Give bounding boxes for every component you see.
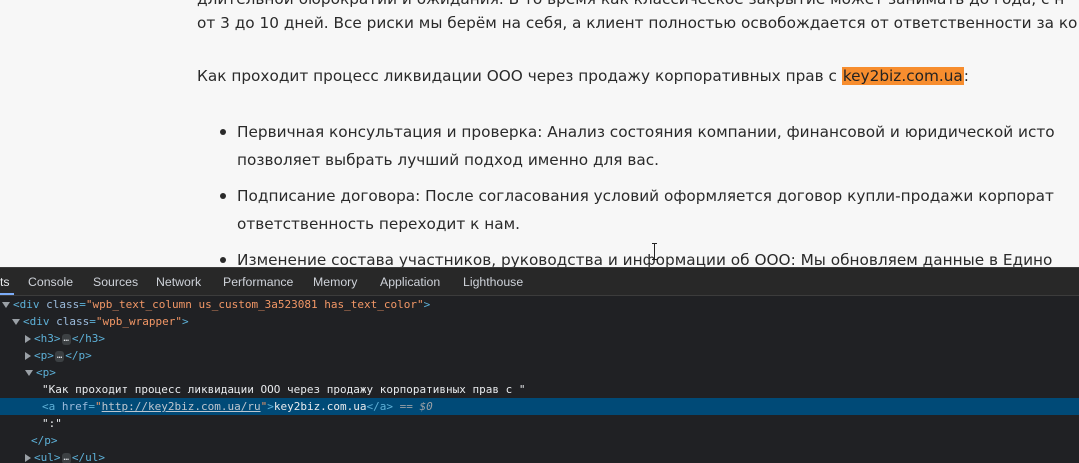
collapse-triangle-icon[interactable] (12, 319, 20, 325)
list-item-line: позволяет выбрать лучший подход именно д… (237, 146, 1055, 174)
devtools-panel: ts Console Sources Network Performance M… (0, 267, 1079, 463)
list-item: Первичная консультация и проверка: Анали… (237, 118, 1055, 174)
steps-list: Первичная консультация и проверка: Анали… (237, 118, 1055, 267)
tab-elements[interactable]: ts (0, 268, 10, 295)
dom-node-row[interactable]: <h3>…</h3> (0, 330, 1079, 347)
expand-triangle-icon[interactable] (25, 454, 31, 462)
list-item-line: ответственность переходит к нам. (237, 210, 1055, 238)
bullet-icon (220, 129, 226, 135)
href-link[interactable]: http://key2biz.com.ua/ru (102, 400, 261, 413)
dom-node-row[interactable]: <div class="wpb_text_column us_custom_3a… (0, 296, 1079, 313)
expand-triangle-icon[interactable] (25, 335, 31, 343)
dom-node-row[interactable]: <div class="wpb_wrapper"> (0, 313, 1079, 330)
devtools-tabbar: ts Console Sources Network Performance M… (0, 268, 1079, 296)
tab-lighthouse[interactable]: Lighthouse (463, 268, 523, 295)
ellipsis-icon[interactable]: … (62, 334, 71, 345)
list-item-line: Изменение состава участников, руководств… (237, 246, 1055, 267)
list-item-line: Подписание договора: После согласования … (237, 182, 1055, 210)
dom-node-row[interactable]: <p> (0, 364, 1079, 381)
dom-node-row[interactable]: </p> (0, 432, 1079, 449)
ellipsis-icon[interactable]: … (55, 351, 64, 362)
dom-node-row[interactable]: <p>…</p> (0, 347, 1079, 364)
tab-console[interactable]: Console (28, 268, 73, 295)
paragraph-line-cut: длительной бюрократии и ожидания. В то в… (197, 0, 1064, 8)
dom-text-node[interactable]: ":" (0, 415, 1079, 432)
tab-sources[interactable]: Sources (93, 268, 138, 295)
collapse-triangle-icon[interactable] (25, 370, 33, 376)
collapse-triangle-icon[interactable] (2, 302, 10, 308)
list-item: Подписание договора: После согласования … (237, 182, 1055, 238)
text-cursor-icon (652, 243, 658, 260)
tab-memory[interactable]: Memory (313, 268, 357, 295)
list-item-line: Первичная консультация и проверка: Анали… (237, 118, 1055, 146)
ellipsis-icon[interactable]: … (62, 453, 71, 463)
bullet-icon (220, 193, 226, 199)
intro-link[interactable]: key2biz.com.ua (842, 67, 964, 85)
intro-text: Как проходит процесс ликвидации ООО чере… (197, 67, 842, 85)
dom-node-row-selected[interactable]: <a href="http://key2biz.com.ua/ru">key2b… (0, 398, 1079, 415)
expand-triangle-icon[interactable] (25, 352, 31, 360)
dom-node-row[interactable]: <ul>…</ul> (0, 449, 1079, 463)
bullet-icon (220, 257, 226, 263)
web-page-content: длительной бюрократии и ожидания. В то в… (0, 0, 1079, 267)
intro-paragraph: Как проходит процесс ликвидации ООО чере… (197, 67, 969, 85)
paragraph-line: от 3 до 10 дней. Все риски мы берём на с… (197, 14, 1077, 32)
intro-suffix: : (964, 67, 969, 85)
tab-network[interactable]: Network (156, 268, 201, 295)
dom-text-node[interactable]: "Как проходит процесс ликвидации ООО чер… (0, 381, 1079, 398)
tab-performance[interactable]: Performance (223, 268, 293, 295)
tab-application[interactable]: Application (380, 268, 440, 295)
list-item: Изменение состава участников, руководств… (237, 246, 1055, 267)
